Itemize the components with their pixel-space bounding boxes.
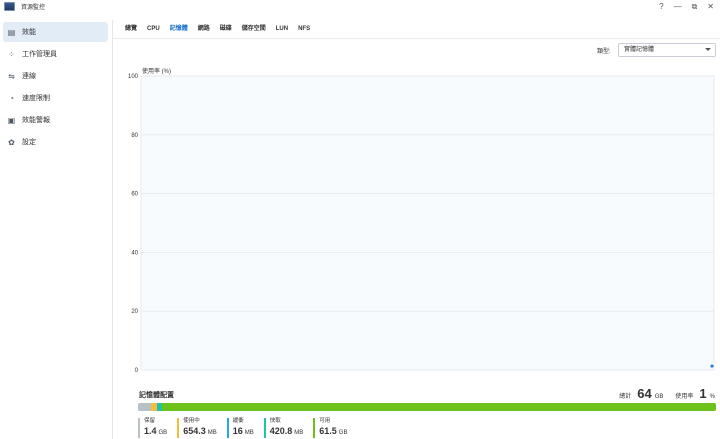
- chart-plot-area: [140, 75, 715, 371]
- legend-unit: MB: [294, 430, 304, 436]
- legend-value-group: 16 MB: [233, 425, 254, 439]
- chart-svg: 100 80 60 40 20 0 使用率 (%): [128, 67, 715, 374]
- legend-value: 1.4: [144, 426, 157, 436]
- legend-item: 可用 61.5 GB: [313, 418, 347, 438]
- usage-label: 使用率: [675, 394, 694, 400]
- legend-item: 保留 1.4 GB: [138, 418, 167, 438]
- tab-5[interactable]: 儲存空間: [237, 22, 271, 36]
- alert-icon: ▣: [7, 115, 16, 125]
- legend-value: 420.8: [269, 426, 293, 436]
- y-tick-label: 0: [135, 368, 139, 374]
- y-tick-label: 60: [131, 192, 138, 198]
- type-select-value: 實體記憶體: [624, 47, 655, 53]
- legend-unit: GB: [158, 430, 168, 436]
- gear-icon: ✿: [8, 137, 15, 147]
- sidebar-item-0[interactable]: ▤ 效能: [3, 22, 108, 42]
- tab-1[interactable]: CPU: [142, 22, 165, 36]
- legend-item: 緩衝 16 MB: [226, 418, 254, 439]
- legend-name: 緩衝: [232, 418, 244, 424]
- connection-icon: ⇋: [8, 71, 15, 81]
- title-bar: 資源監控 ? — ⧉ ✕: [0, 0, 720, 13]
- tab-3[interactable]: 網路: [193, 22, 215, 36]
- close-icon[interactable]: ✕: [707, 1, 714, 12]
- chevron-down-icon: [705, 48, 711, 51]
- total-value: 64: [637, 386, 652, 401]
- divider: [113, 38, 720, 39]
- legend-item: 使用中 654.3 MB: [177, 418, 217, 438]
- sidebar: ▤ 效能 ⁘ 工作管理員 ⇋ 連線 ◔ 速度限制 ▣ 效能警報 ✿ 設定: [0, 20, 113, 439]
- sidebar-item-3[interactable]: ◔ 速度限制: [3, 88, 108, 108]
- legend-value: 61.5: [319, 426, 337, 436]
- sidebar-item-label: 效能: [22, 29, 36, 36]
- legend-item: 快取 420.8 MB: [263, 418, 304, 439]
- y-axis-label: 使用率 (%): [142, 67, 171, 75]
- tab-2[interactable]: 記憶體: [165, 22, 193, 36]
- speed-limit-icon: ◔: [9, 93, 14, 103]
- memory-usage-chart: 100 80 60 40 20 0 使用率 (%): [120, 64, 720, 380]
- memory-legend: 保留 1.4 GB 使用中 654.3 MB 緩衝 16 MB 快取 420.8 MB 可用 61.5 GB: [138, 418, 357, 438]
- minimize-icon[interactable]: —: [674, 1, 682, 12]
- performance-icon: ▤: [7, 27, 16, 37]
- memory-segment: [162, 403, 716, 411]
- memory-totals: 總計 64 GB 使用率 1 %: [619, 386, 715, 401]
- total-unit: GB: [654, 394, 664, 400]
- tab-bar: 總覽 CPU 記憶體 網路 磁碟 儲存空間 LUN NFS: [120, 22, 315, 36]
- tab-0[interactable]: 總覽: [120, 22, 142, 36]
- legend-name: 可用: [319, 418, 331, 424]
- sidebar-item-5[interactable]: ✿ 設定: [3, 132, 108, 152]
- sidebar-item-label: 連線: [22, 73, 36, 80]
- memory-segment: [138, 403, 151, 411]
- sidebar-item-label: 設定: [22, 139, 36, 146]
- type-select[interactable]: 實體記憶體: [618, 43, 716, 57]
- sidebar-item-label: 工作管理員: [22, 51, 57, 58]
- usage-unit: %: [709, 394, 715, 400]
- sidebar-item-label: 效能警報: [22, 117, 50, 124]
- help-icon[interactable]: ?: [659, 1, 663, 12]
- task-manager-icon: ⁘: [8, 49, 15, 59]
- legend-value-group: 420.8 MB: [270, 425, 304, 439]
- sidebar-item-2[interactable]: ⇋ 連線: [3, 66, 108, 86]
- total-label: 總計: [619, 394, 632, 400]
- legend-name: 快取: [269, 418, 281, 424]
- usage-value: 1: [699, 386, 707, 401]
- legend-value-group: 654.3 MB: [183, 425, 217, 439]
- series-point: [710, 364, 714, 368]
- tab-6[interactable]: LUN: [271, 22, 293, 36]
- legend-value: 654.3: [183, 426, 206, 436]
- y-tick-label: 20: [131, 309, 138, 315]
- sidebar-item-1[interactable]: ⁘ 工作管理員: [3, 44, 108, 64]
- memory-allocation-bar: [138, 403, 716, 411]
- legend-unit: MB: [244, 430, 254, 436]
- legend-value: 16: [232, 426, 243, 436]
- memory-allocation-title: 記憶體配置: [139, 392, 174, 399]
- sidebar-item-label: 速度限制: [22, 95, 50, 102]
- restore-icon[interactable]: ⧉: [692, 1, 698, 12]
- resource-monitor-icon: [4, 2, 15, 11]
- legend-unit: MB: [207, 430, 217, 436]
- legend-name: 保留: [144, 418, 156, 424]
- legend-unit: GB: [338, 430, 348, 436]
- legend-value-group: 1.4 GB: [144, 425, 167, 439]
- y-tick-label: 40: [131, 250, 138, 256]
- y-tick-label: 100: [128, 74, 139, 80]
- tab-4[interactable]: 磁碟: [215, 22, 237, 36]
- tab-7[interactable]: NFS: [293, 22, 315, 36]
- window-title: 資源監控: [21, 5, 46, 11]
- legend-name: 使用中: [183, 418, 200, 424]
- type-label: 類型:: [597, 49, 611, 55]
- sidebar-item-4[interactable]: ▣ 效能警報: [3, 110, 108, 130]
- legend-value-group: 61.5 GB: [319, 425, 347, 439]
- y-tick-label: 80: [131, 133, 138, 139]
